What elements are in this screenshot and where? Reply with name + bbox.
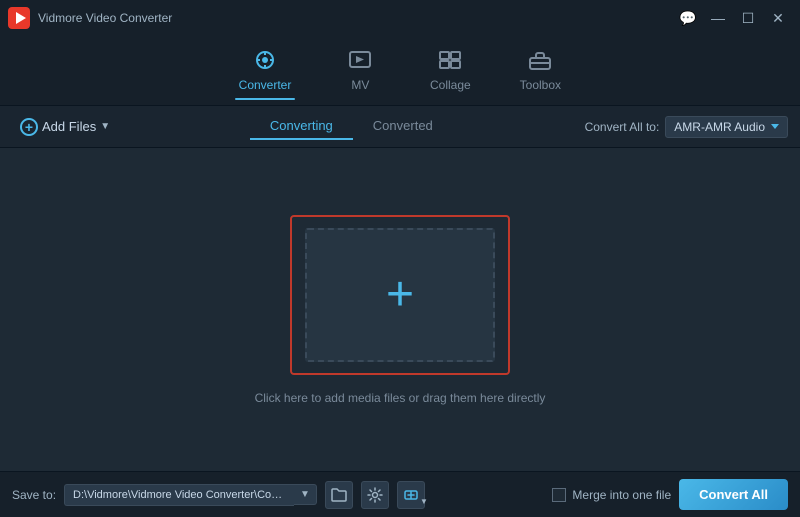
- toolbox-icon: [528, 50, 552, 74]
- format-dropdown[interactable]: AMR-AMR Audio: [665, 116, 788, 138]
- merge-checkbox-group: Merge into one file: [552, 488, 671, 502]
- titlebar: Vidmore Video Converter 💬 — ☐ ✕: [0, 0, 800, 36]
- merge-label: Merge into one file: [572, 488, 671, 502]
- subtab-converting-label: Converting: [270, 118, 333, 133]
- convert-all-to-label: Convert All to:: [585, 120, 660, 134]
- app-title: Vidmore Video Converter: [38, 11, 172, 25]
- save-path-dropdown-arrow[interactable]: ▼: [294, 484, 317, 505]
- add-files-label: Add Files: [42, 119, 96, 134]
- settings1-icon-btn[interactable]: [361, 481, 389, 509]
- format-value: AMR-AMR Audio: [674, 120, 765, 134]
- toolbar: + Add Files ▼ Converting Converted Conve…: [0, 106, 800, 148]
- close-button[interactable]: ✕: [764, 4, 792, 32]
- converter-icon: [253, 50, 277, 74]
- drop-hint: Click here to add media files or drag th…: [255, 391, 546, 405]
- add-files-button[interactable]: + Add Files ▼: [12, 114, 118, 140]
- drop-zone-outer[interactable]: +: [290, 215, 510, 375]
- subtab-converting[interactable]: Converting: [250, 113, 353, 140]
- subtab-converted[interactable]: Converted: [353, 113, 453, 140]
- settings1-icon: [367, 487, 383, 503]
- tab-converter-label: Converter: [239, 78, 292, 92]
- tab-collage[interactable]: Collage: [405, 42, 495, 100]
- drop-zone-inner[interactable]: +: [305, 228, 495, 362]
- add-plus-icon: +: [20, 118, 38, 136]
- tab-mv[interactable]: MV: [315, 42, 405, 100]
- message-button[interactable]: 💬: [674, 4, 702, 32]
- drop-plus-icon: +: [386, 271, 414, 319]
- collage-icon: [438, 50, 462, 74]
- save-path-box: D:\Vidmore\Vidmore Video Converter\Conve…: [64, 484, 317, 506]
- subtab-converted-label: Converted: [373, 118, 433, 133]
- convert-all-to: Convert All to: AMR-AMR Audio: [585, 116, 788, 138]
- sub-tab-group: Converting Converted: [118, 113, 584, 140]
- tab-toolbox-label: Toolbox: [520, 78, 561, 92]
- settings2-icon: [403, 487, 419, 503]
- folder-icon: [331, 488, 347, 502]
- save-to-label: Save to:: [12, 488, 56, 502]
- folder-icon-btn[interactable]: [325, 481, 353, 509]
- settings2-icon-btn[interactable]: ▼: [397, 481, 425, 509]
- maximize-button[interactable]: ☐: [734, 4, 762, 32]
- save-path-input[interactable]: D:\Vidmore\Vidmore Video Converter\Conve…: [64, 484, 294, 506]
- add-files-arrow: ▼: [100, 121, 110, 132]
- titlebar-controls: 💬 — ☐ ✕: [674, 4, 792, 32]
- bottombar: Save to: D:\Vidmore\Vidmore Video Conver…: [0, 471, 800, 517]
- merge-checkbox[interactable]: [552, 488, 566, 502]
- convert-all-button[interactable]: Convert All: [679, 479, 788, 510]
- main-content: + Click here to add media files or drag …: [0, 148, 800, 471]
- mv-icon: [348, 50, 372, 74]
- tab-mv-label: MV: [351, 78, 369, 92]
- tab-toolbox[interactable]: Toolbox: [495, 42, 585, 100]
- tab-collage-label: Collage: [430, 78, 471, 92]
- titlebar-left: Vidmore Video Converter: [8, 7, 172, 29]
- settings2-arrow: ▼: [420, 497, 428, 506]
- nav-tabs: Converter MV Collage: [0, 36, 800, 106]
- app-logo: [8, 7, 30, 29]
- minimize-button[interactable]: —: [704, 4, 732, 32]
- tab-converter[interactable]: Converter: [215, 42, 316, 100]
- format-arrow-icon: [771, 124, 779, 129]
